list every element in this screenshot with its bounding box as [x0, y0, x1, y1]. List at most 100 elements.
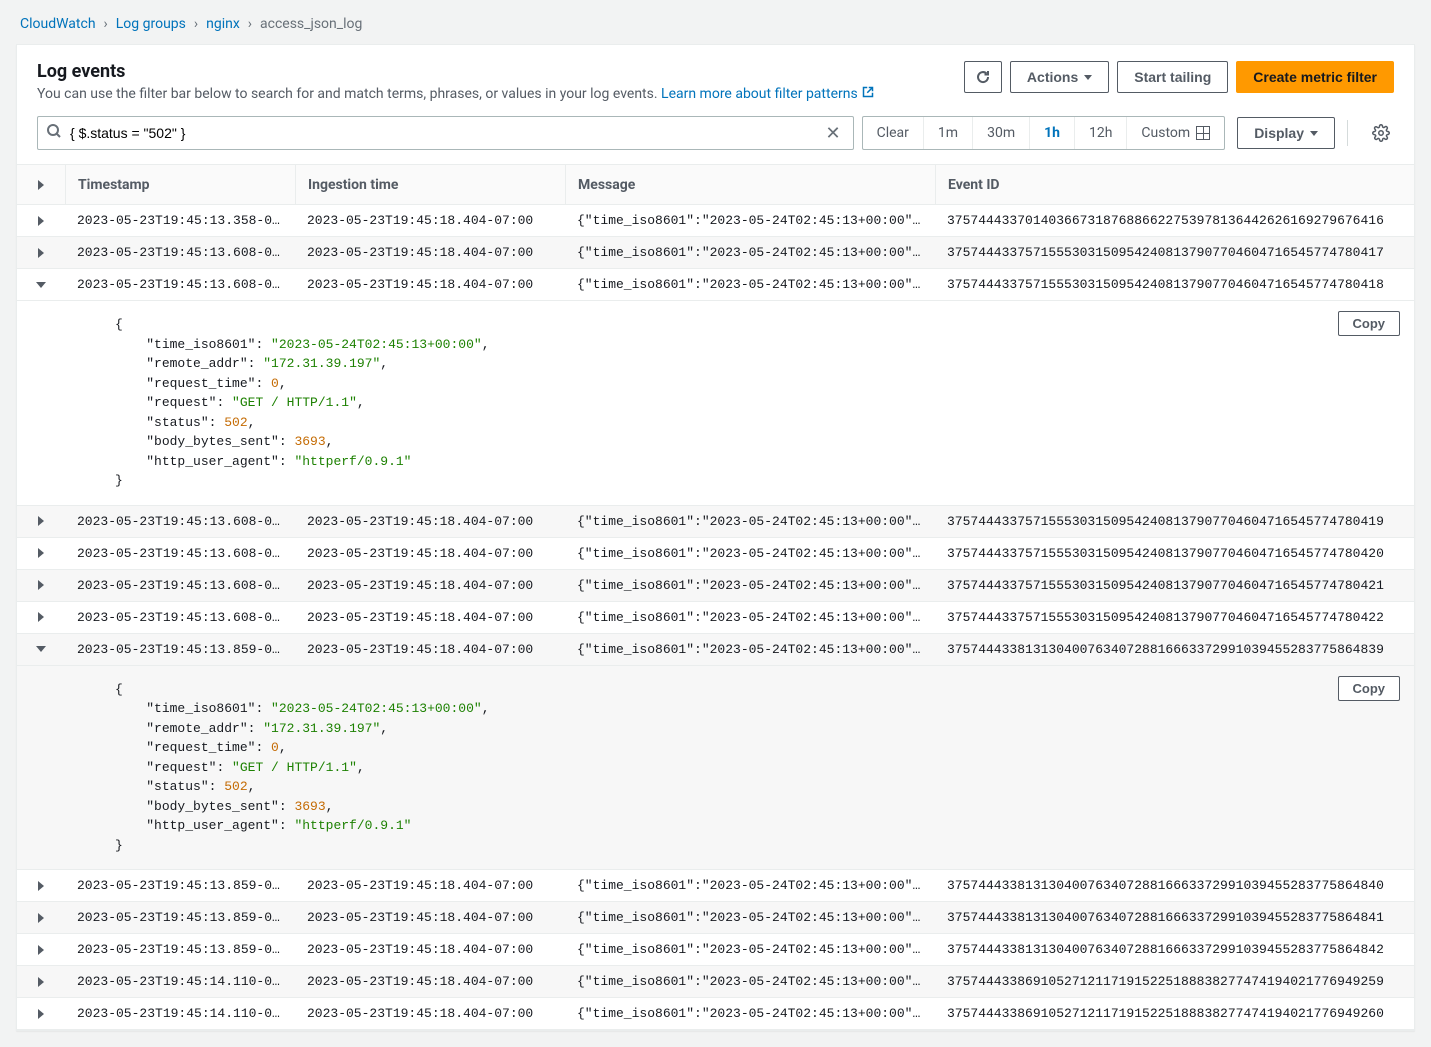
cell-timestamp: 2023-05-23T19:45:13.608-07:00: [65, 271, 295, 298]
start-tailing-button[interactable]: Start tailing: [1117, 61, 1228, 93]
column-header-timestamp[interactable]: Timestamp: [65, 165, 295, 204]
expand-toggle[interactable]: [17, 606, 65, 628]
column-header-ingestion[interactable]: Ingestion time: [295, 165, 565, 204]
actions-button[interactable]: Actions: [1010, 61, 1109, 93]
cell-event-id: 3757444337571555303150954240813790770460…: [935, 604, 1414, 631]
copy-button[interactable]: Copy: [1338, 676, 1401, 701]
settings-button[interactable]: [1368, 120, 1394, 146]
expand-toggle[interactable]: [17, 276, 65, 294]
time-range-clear[interactable]: Clear: [863, 117, 924, 149]
chevron-down-icon: [1084, 75, 1092, 80]
expand-toggle[interactable]: [17, 574, 65, 596]
cell-event-id: 3757444337571555303150954240813790770460…: [935, 239, 1414, 266]
expand-toggle[interactable]: [17, 640, 65, 658]
expand-toggle[interactable]: [17, 210, 65, 232]
create-metric-filter-button[interactable]: Create metric filter: [1236, 61, 1394, 93]
log-events-table: Timestamp Ingestion time Message Event I…: [17, 164, 1414, 1030]
cell-timestamp: 2023-05-23T19:45:13.859-07:00: [65, 936, 295, 963]
cell-ingestion: 2023-05-23T19:45:18.404-07:00: [295, 604, 565, 631]
cell-message: {"time_iso8601":"2023-05-24T02:45:13+00:…: [565, 968, 935, 995]
cell-timestamp: 2023-05-23T19:45:13.608-07:00: [65, 239, 295, 266]
time-range-1h[interactable]: 1h: [1030, 117, 1075, 149]
caret-right-icon: [38, 216, 44, 226]
breadcrumb-link[interactable]: nginx: [206, 16, 240, 32]
caret-right-icon: [38, 977, 44, 987]
time-range-30m[interactable]: 30m: [973, 117, 1030, 149]
cell-message: {"time_iso8601":"2023-05-24T02:45:13+00:…: [565, 207, 935, 234]
page-title: Log events: [37, 61, 874, 82]
expand-toggle[interactable]: [17, 510, 65, 532]
refresh-icon: [975, 69, 991, 85]
cell-event-id: 3757444338131304007634072881666337299103…: [935, 936, 1414, 963]
display-button[interactable]: Display: [1237, 117, 1335, 149]
cell-timestamp: 2023-05-23T19:45:13.608-07:00: [65, 572, 295, 599]
learn-more-link[interactable]: Learn more about filter patterns: [661, 86, 874, 102]
cell-message: {"time_iso8601":"2023-05-24T02:45:13+00:…: [565, 508, 935, 535]
cell-message: {"time_iso8601":"2023-05-24T02:45:13+00:…: [565, 572, 935, 599]
cell-ingestion: 2023-05-23T19:45:18.404-07:00: [295, 207, 565, 234]
cell-timestamp: 2023-05-23T19:45:14.110-07:00: [65, 968, 295, 995]
cell-ingestion: 2023-05-23T19:45:18.404-07:00: [295, 872, 565, 899]
caret-right-icon: [38, 1009, 44, 1019]
caret-right-icon: [38, 881, 44, 891]
cell-message: {"time_iso8601":"2023-05-24T02:45:13+00:…: [565, 636, 935, 663]
time-range-custom[interactable]: Custom: [1127, 117, 1224, 149]
table-row: 2023-05-23T19:45:14.110-07:002023-05-23T…: [17, 966, 1414, 998]
cell-message: {"time_iso8601":"2023-05-24T02:45:13+00:…: [565, 271, 935, 298]
cell-ingestion: 2023-05-23T19:45:18.404-07:00: [295, 936, 565, 963]
breadcrumb: CloudWatch › Log groups › nginx › access…: [20, 16, 1415, 32]
expand-toggle[interactable]: [17, 542, 65, 564]
chevron-right-icon: ›: [248, 16, 252, 32]
cell-timestamp: 2023-05-23T19:45:14.110-07:00: [65, 1000, 295, 1027]
filter-input[interactable]: [70, 117, 814, 149]
table-row: 2023-05-23T19:45:13.859-07:002023-05-23T…: [17, 902, 1414, 934]
cell-event-id: 3757444338131304007634072881666337299103…: [935, 904, 1414, 931]
breadcrumb-link[interactable]: CloudWatch: [20, 16, 96, 32]
time-range-12h[interactable]: 12h: [1075, 117, 1127, 149]
cell-message: {"time_iso8601":"2023-05-24T02:45:13+00:…: [565, 239, 935, 266]
log-events-panel: Log events You can use the filter bar be…: [16, 44, 1415, 1031]
clear-filter-button[interactable]: ✕: [822, 123, 845, 144]
cell-event-id: 3757444337571555303150954240813790770460…: [935, 508, 1414, 535]
cell-event-id: 3757444338691052712117191522518883827747…: [935, 1000, 1414, 1027]
expand-toggle[interactable]: [17, 242, 65, 264]
expand-toggle[interactable]: [17, 907, 65, 929]
cell-message: {"time_iso8601":"2023-05-24T02:45:13+00:…: [565, 904, 935, 931]
chevron-right-icon: ›: [104, 16, 108, 32]
table-row: 2023-05-23T19:45:13.859-07:002023-05-23T…: [17, 934, 1414, 966]
column-header-message[interactable]: Message: [565, 165, 935, 204]
time-range-1m[interactable]: 1m: [924, 117, 973, 149]
cell-ingestion: 2023-05-23T19:45:18.404-07:00: [295, 271, 565, 298]
breadcrumb-link[interactable]: Log groups: [116, 16, 186, 32]
caret-down-icon: [36, 282, 46, 288]
cell-ingestion: 2023-05-23T19:45:18.404-07:00: [295, 904, 565, 931]
table-row: 2023-05-23T19:45:14.110-07:002023-05-23T…: [17, 998, 1414, 1030]
table-row: 2023-05-23T19:45:13.608-07:002023-05-23T…: [17, 237, 1414, 269]
cell-timestamp: 2023-05-23T19:45:13.608-07:00: [65, 540, 295, 567]
caret-right-icon: [38, 913, 44, 923]
caret-down-icon: [36, 646, 46, 652]
expand-toggle[interactable]: [17, 939, 65, 961]
expand-toggle[interactable]: [17, 875, 65, 897]
cell-ingestion: 2023-05-23T19:45:18.404-07:00: [295, 1000, 565, 1027]
cell-event-id: 3757444337571555303150954240813790770460…: [935, 572, 1414, 599]
cell-ingestion: 2023-05-23T19:45:18.404-07:00: [295, 540, 565, 567]
cell-message: {"time_iso8601":"2023-05-24T02:45:13+00:…: [565, 604, 935, 631]
column-header-event-id[interactable]: Event ID: [935, 165, 1414, 204]
expand-toggle[interactable]: [17, 971, 65, 993]
gear-icon: [1372, 124, 1390, 142]
cell-timestamp: 2023-05-23T19:45:13.608-07:00: [65, 508, 295, 535]
caret-right-icon: [38, 248, 44, 258]
refresh-button[interactable]: [964, 61, 1002, 93]
cell-event-id: 3757444337571555303150954240813790770460…: [935, 540, 1414, 567]
table-row: 2023-05-23T19:45:13.608-07:002023-05-23T…: [17, 506, 1414, 538]
cell-ingestion: 2023-05-23T19:45:18.404-07:00: [295, 508, 565, 535]
cell-ingestion: 2023-05-23T19:45:18.404-07:00: [295, 239, 565, 266]
copy-button[interactable]: Copy: [1338, 311, 1401, 336]
expand-all-toggle[interactable]: [17, 165, 65, 204]
chevron-right-icon: ›: [194, 16, 198, 32]
cell-message: {"time_iso8601":"2023-05-24T02:45:13+00:…: [565, 540, 935, 567]
expand-toggle[interactable]: [17, 1003, 65, 1025]
caret-right-icon: [38, 580, 44, 590]
caret-right-icon: [38, 548, 44, 558]
